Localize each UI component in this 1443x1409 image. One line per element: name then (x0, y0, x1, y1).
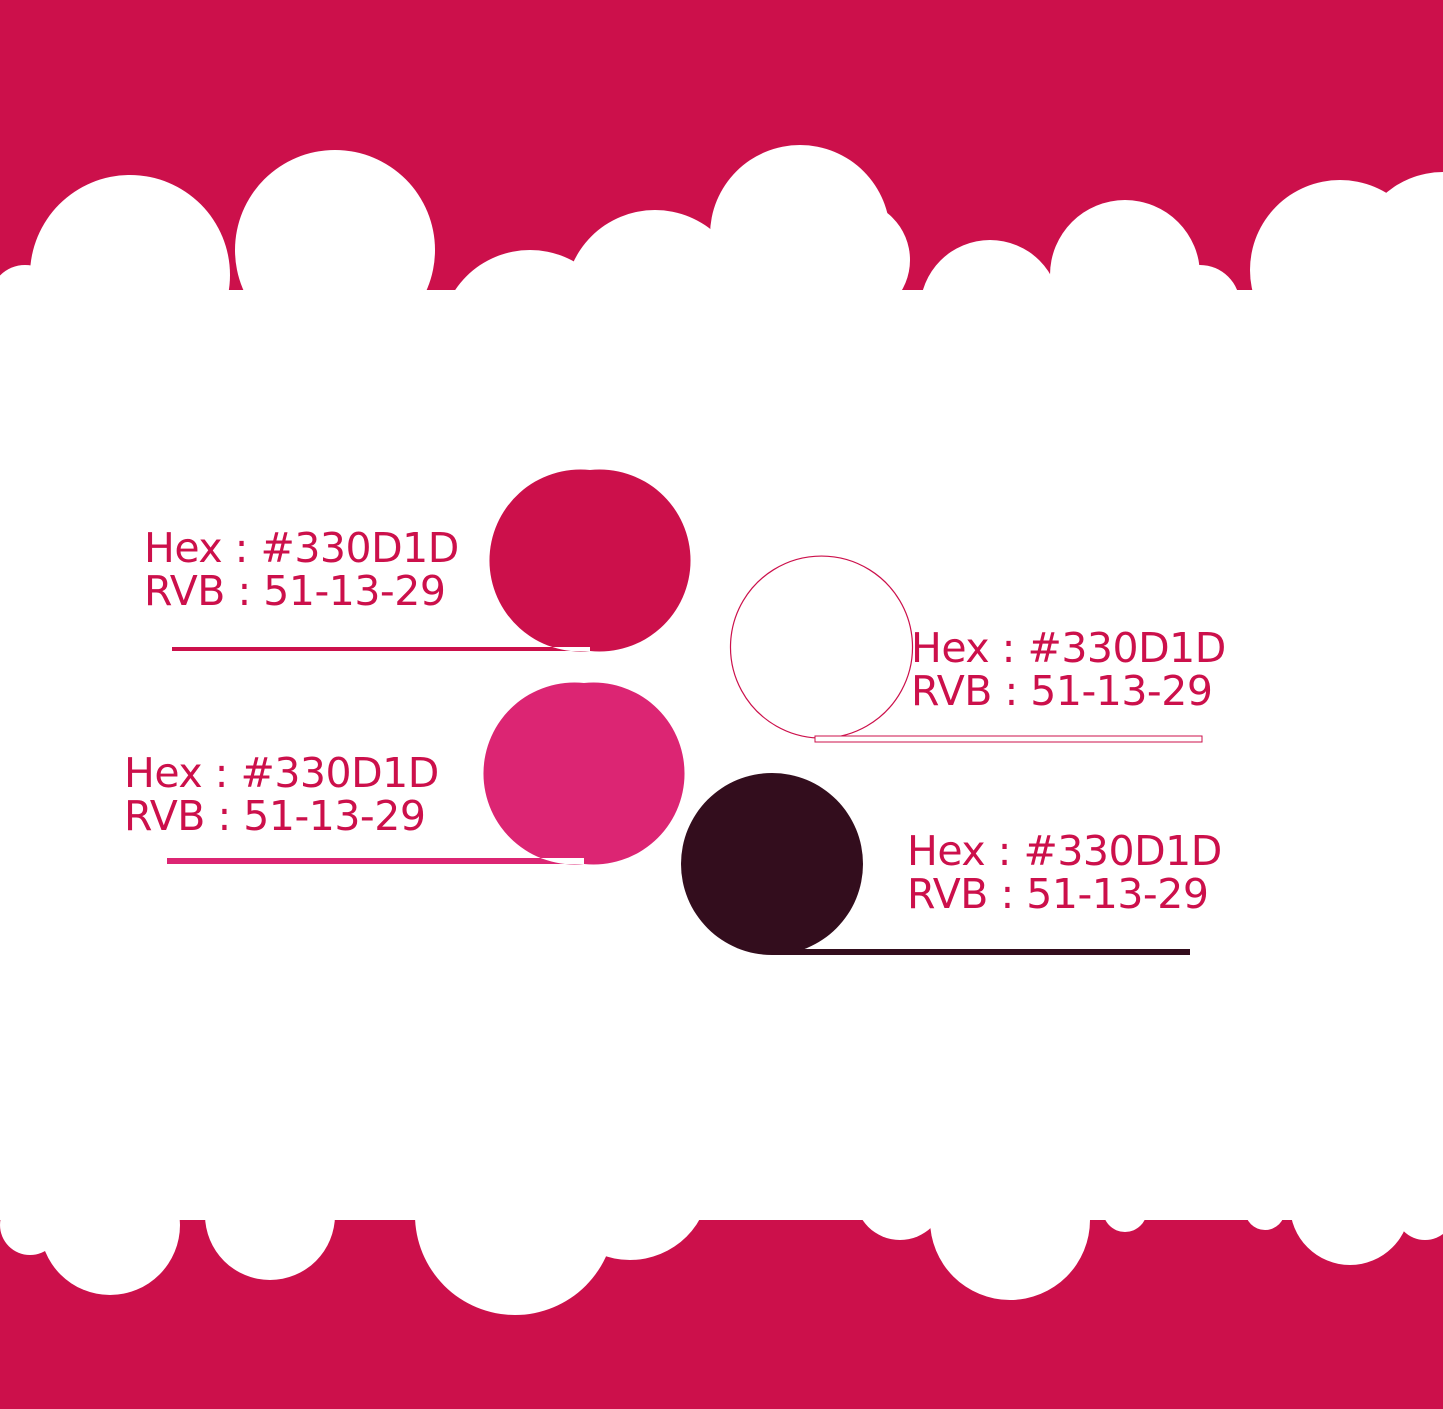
dark-plum-swatch (681, 773, 863, 955)
rvb-value: RVB : 51-13-29 (144, 567, 446, 615)
rvb-value: RVB : 51-13-29 (124, 792, 426, 840)
white-swatch-underline (814, 735, 1203, 743)
hex-value: Hex : #330D1D (907, 827, 1222, 875)
cloud-background (0, 0, 1443, 1409)
cloud-band (0, 145, 1443, 1315)
white-swatch-label: Hex : #330D1D RVB : 51-13-29 (911, 627, 1226, 713)
rvb-value: RVB : 51-13-29 (911, 667, 1213, 715)
crimson-swatch-label: Hex : #330D1D RVB : 51-13-29 (144, 527, 459, 613)
hex-value: Hex : #330D1D (911, 624, 1226, 672)
palette-board: Hex : #330D1D RVB : 51-13-29 Hex : #330D… (0, 0, 1443, 1409)
hex-value: Hex : #330D1D (124, 749, 439, 797)
dark-plum-swatch-label: Hex : #330D1D RVB : 51-13-29 (907, 830, 1222, 916)
rvb-value: RVB : 51-13-29 (907, 870, 1209, 918)
hex-value: Hex : #330D1D (144, 524, 459, 572)
dark-plum-swatch-underline (772, 949, 1190, 955)
pink-swatch-label: Hex : #330D1D RVB : 51-13-29 (124, 752, 439, 838)
